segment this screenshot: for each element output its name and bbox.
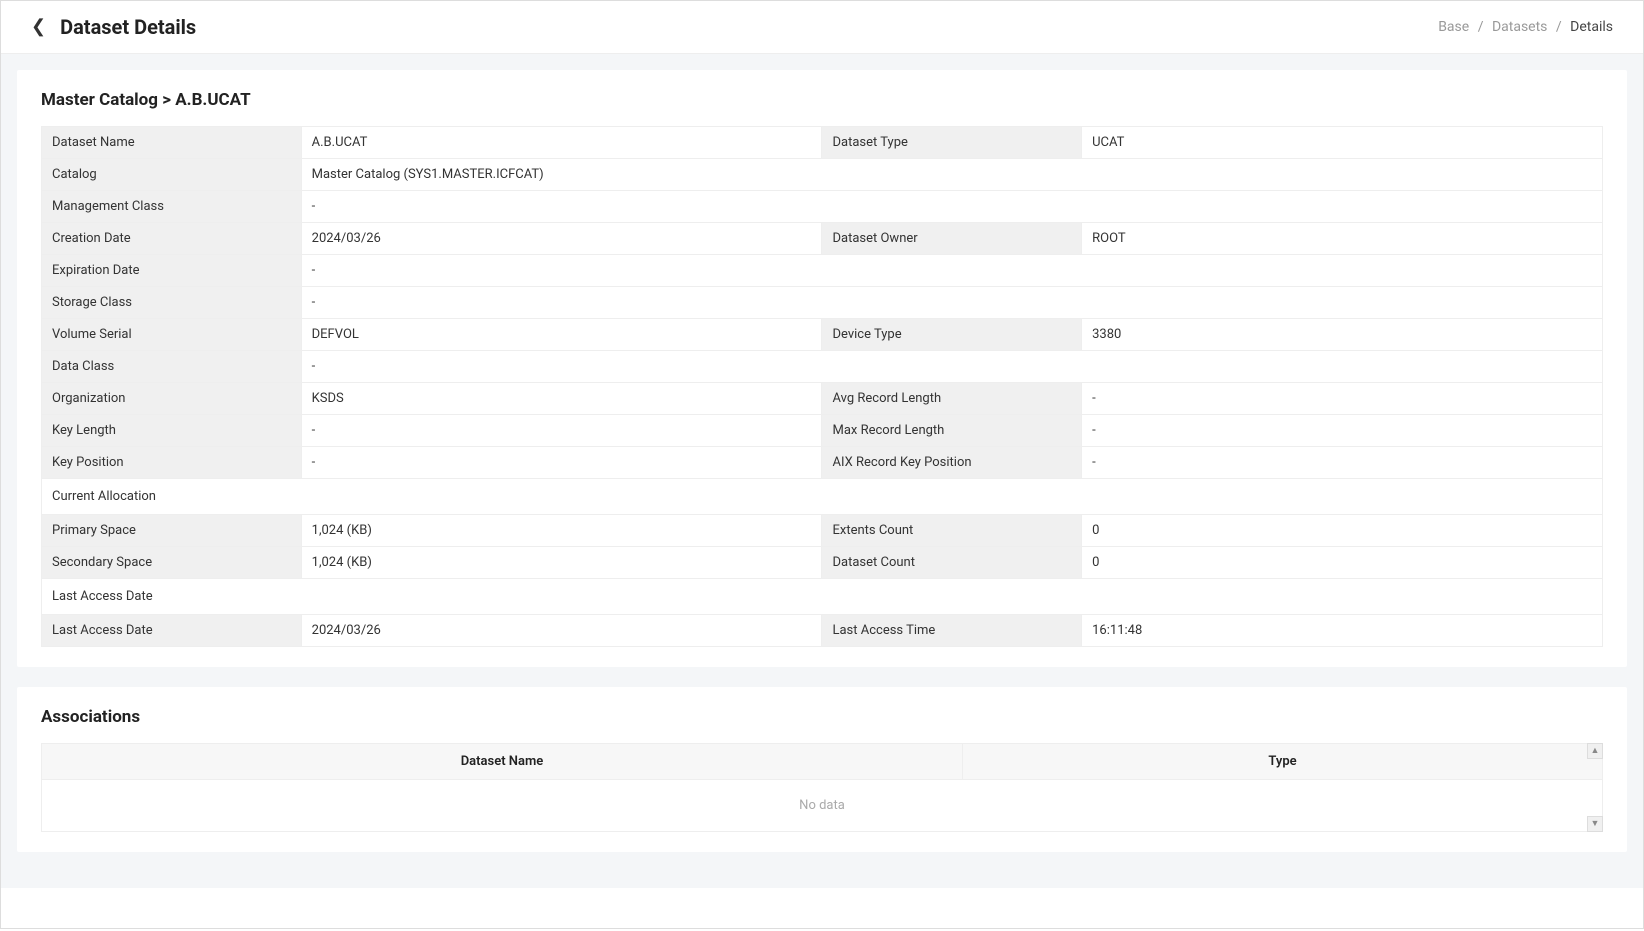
label-catalog: Catalog: [42, 159, 302, 191]
value-creation-date: 2024/03/26: [301, 223, 822, 255]
label-dataset-name: Dataset Name: [42, 127, 302, 159]
value-aix-record-key-position: -: [1082, 447, 1603, 479]
col-dataset-name[interactable]: Dataset Name: [42, 744, 963, 780]
value-extents-count: 0: [1082, 515, 1603, 547]
breadcrumb-separator: /: [1478, 19, 1484, 35]
table-row: Expiration Date -: [42, 255, 1603, 287]
label-primary-space: Primary Space: [42, 515, 302, 547]
label-expiration-date: Expiration Date: [42, 255, 302, 287]
table-row: Management Class -: [42, 191, 1603, 223]
table-row: Creation Date 2024/03/26 Dataset Owner R…: [42, 223, 1603, 255]
heading-separator: >: [162, 90, 175, 110]
col-type[interactable]: Type: [962, 744, 1602, 780]
value-dataset-type: UCAT: [1082, 127, 1603, 159]
assoc-header-row: Dataset Name Type: [42, 744, 1603, 780]
label-max-record-length: Max Record Length: [822, 415, 1082, 447]
table-row: Primary Space 1,024 (KB) Extents Count 0: [42, 515, 1603, 547]
label-creation-date: Creation Date: [42, 223, 302, 255]
label-secondary-space: Secondary Space: [42, 547, 302, 579]
associations-table: Dataset Name Type: [41, 743, 1603, 780]
label-management-class: Management Class: [42, 191, 302, 223]
label-key-position: Key Position: [42, 447, 302, 479]
value-dataset-name: A.B.UCAT: [301, 127, 822, 159]
label-avg-record-length: Avg Record Length: [822, 383, 1082, 415]
value-expiration-date: -: [301, 255, 1602, 287]
label-last-access-time: Last Access Time: [822, 615, 1082, 647]
details-table: Dataset Name A.B.UCAT Dataset Type UCAT …: [41, 126, 1603, 647]
no-data-message: No data: [41, 780, 1603, 832]
table-row: Secondary Space 1,024 (KB) Dataset Count…: [42, 547, 1603, 579]
value-dataset-owner: ROOT: [1082, 223, 1603, 255]
label-aix-record-key-position: AIX Record Key Position: [822, 447, 1082, 479]
table-row: Organization KSDS Avg Record Length -: [42, 383, 1603, 415]
value-volume-serial: DEFVOL: [301, 319, 822, 351]
value-data-class: -: [301, 351, 1602, 383]
associations-panel: Associations Dataset Name Type No data: [17, 687, 1627, 852]
label-organization: Organization: [42, 383, 302, 415]
table-row-section: Current Allocation: [42, 479, 1603, 515]
label-dataset-count: Dataset Count: [822, 547, 1082, 579]
breadcrumb-datasets[interactable]: Datasets: [1492, 19, 1547, 35]
heading-target: A.B.UCAT: [175, 90, 250, 110]
label-dataset-owner: Dataset Owner: [822, 223, 1082, 255]
details-panel: Master Catalog > A.B.UCAT Dataset Name A…: [17, 70, 1627, 667]
value-device-type: 3380: [1082, 319, 1603, 351]
label-last-access-date-section: Last Access Date: [42, 579, 1603, 615]
page-title: Dataset Details: [60, 15, 196, 39]
label-device-type: Device Type: [822, 319, 1082, 351]
value-storage-class: -: [301, 287, 1602, 319]
value-max-record-length: -: [1082, 415, 1603, 447]
label-extents-count: Extents Count: [822, 515, 1082, 547]
breadcrumb-base[interactable]: Base: [1438, 19, 1469, 35]
table-row: Storage Class -: [42, 287, 1603, 319]
table-row: Volume Serial DEFVOL Device Type 3380: [42, 319, 1603, 351]
label-storage-class: Storage Class: [42, 287, 302, 319]
label-dataset-type: Dataset Type: [822, 127, 1082, 159]
value-secondary-space: 1,024 (KB): [301, 547, 822, 579]
value-dataset-count: 0: [1082, 547, 1603, 579]
value-catalog: Master Catalog (SYS1.MASTER.ICFCAT): [301, 159, 1602, 191]
value-last-access-time: 16:11:48: [1082, 615, 1603, 647]
table-row: Dataset Name A.B.UCAT Dataset Type UCAT: [42, 127, 1603, 159]
table-row: Key Length - Max Record Length -: [42, 415, 1603, 447]
label-current-allocation: Current Allocation: [42, 479, 1603, 515]
table-row-section: Last Access Date: [42, 579, 1603, 615]
value-management-class: -: [301, 191, 1602, 223]
breadcrumb-details: Details: [1570, 19, 1613, 35]
section-heading: Master Catalog > A.B.UCAT: [41, 90, 1603, 110]
heading-prefix: Master Catalog: [41, 90, 158, 110]
value-organization: KSDS: [301, 383, 822, 415]
value-key-position: -: [301, 447, 822, 479]
label-volume-serial: Volume Serial: [42, 319, 302, 351]
label-key-length: Key Length: [42, 415, 302, 447]
associations-title: Associations: [41, 707, 1603, 727]
table-row: Catalog Master Catalog (SYS1.MASTER.ICFC…: [42, 159, 1603, 191]
label-data-class: Data Class: [42, 351, 302, 383]
value-last-access-date: 2024/03/26: [301, 615, 822, 647]
table-row: Data Class -: [42, 351, 1603, 383]
value-avg-record-length: -: [1082, 383, 1603, 415]
table-row: Key Position - AIX Record Key Position -: [42, 447, 1603, 479]
value-primary-space: 1,024 (KB): [301, 515, 822, 547]
breadcrumb-separator: /: [1556, 19, 1562, 35]
label-last-access-date: Last Access Date: [42, 615, 302, 647]
back-icon[interactable]: ❮: [31, 18, 46, 36]
table-row: Last Access Date 2024/03/26 Last Access …: [42, 615, 1603, 647]
breadcrumb: Base / Datasets / Details: [1438, 19, 1613, 35]
value-key-length: -: [301, 415, 822, 447]
